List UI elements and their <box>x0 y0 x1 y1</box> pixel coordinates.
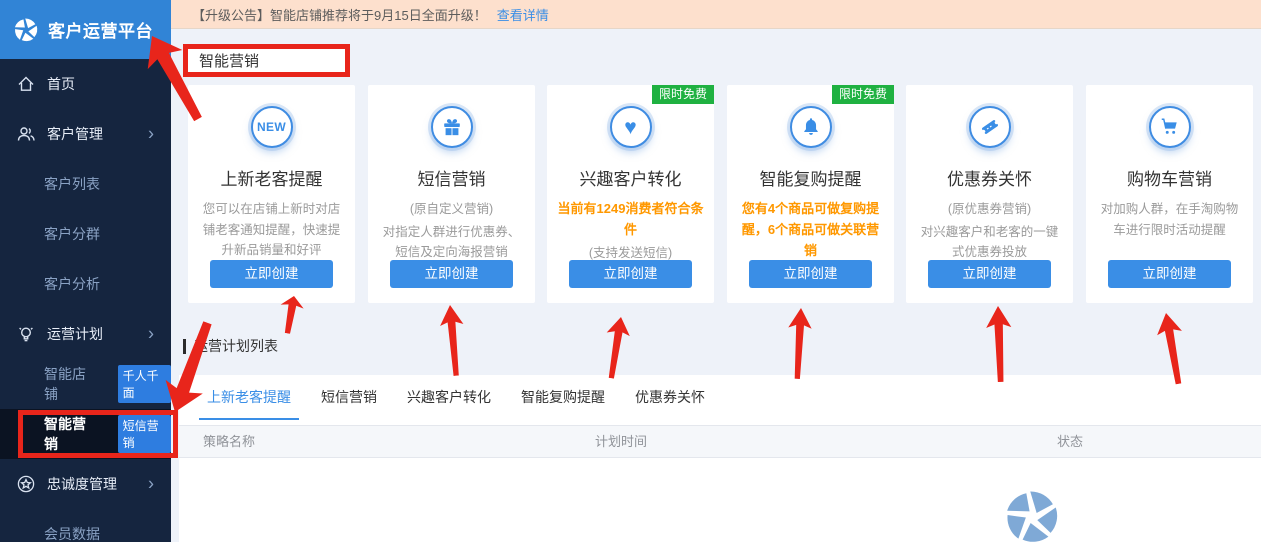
card-title: 购物车营销 <box>1086 165 1253 190</box>
new-icon: NEW <box>251 106 293 148</box>
upgrade-notice-banner: 【升级公告】智能店铺推荐将于9月15日全面升级！ 查看详情 <box>171 0 1261 29</box>
page-title: 智能营销 <box>183 44 350 77</box>
card-title: 智能复购提醒 <box>727 165 894 190</box>
tab-label: 短信营销 <box>321 389 377 405</box>
new-icon-text: NEW <box>257 120 286 134</box>
card-title: 短信营销 <box>368 165 535 190</box>
sidebar-item-loyalty-mgmt[interactable]: 忠诚度管理 › <box>0 459 171 509</box>
tab-coupon-care[interactable]: 优惠券关怀 <box>633 375 707 420</box>
chevron-right-icon: › <box>148 475 154 493</box>
column-plan-time: 计划时间 <box>595 426 647 457</box>
card-new-arrival-reminder: NEW 上新老客提醒 您可以在店铺上新时对店铺老客通知提醒，快速提升新品销量和好… <box>188 85 355 303</box>
sidebar-item-smart-marketing[interactable]: 智能营销 短信营销 <box>0 409 171 459</box>
section-title: 运营计划列表 <box>194 336 278 356</box>
card-note: (支持发送短信) <box>547 242 714 261</box>
card-desc: 对兴趣客户和老客的一键式优惠券投放 <box>906 222 1073 263</box>
sidebar-badge: 短信营销 <box>118 415 171 453</box>
sidebar-item-label: 智能营销 <box>44 414 95 454</box>
sidebar-item-home[interactable]: 首页 <box>0 59 171 109</box>
users-icon <box>16 124 36 144</box>
sidebar-item-label: 忠诚度管理 <box>47 474 117 494</box>
bulb-icon <box>16 324 36 344</box>
card-title: 兴趣客户转化 <box>547 165 714 190</box>
gift-icon <box>431 106 473 148</box>
create-now-button[interactable]: 立即创建 <box>390 260 513 288</box>
sidebar-item-customer-list[interactable]: 客户列表 <box>0 159 171 209</box>
heart-glyph: ♥ <box>624 117 636 138</box>
sidebar-item-customer-analysis[interactable]: 客户分析 <box>0 259 171 309</box>
table-header-row: 策略名称 计划时间 状态 <box>179 425 1261 458</box>
sidebar-item-label: 客户列表 <box>44 174 100 194</box>
card-desc: 对指定人群进行优惠券、短信及定向海报营销 <box>368 222 535 263</box>
card-desc: 您可以在店铺上新时对店铺老客通知提醒，快速提升新品销量和好评 <box>188 199 355 261</box>
card-repurchase-reminder: 限时免费 智能复购提醒 您有4个商品可做复购提醒，6个商品可做关联营销 立即创建 <box>727 85 894 303</box>
tab-new-arrival-reminder[interactable]: 上新老客提醒 <box>205 375 293 420</box>
plan-list-panel: 上新老客提醒 短信营销 兴趣客户转化 智能复购提醒 优惠券关怀 策略名称 计划时… <box>179 375 1261 542</box>
tab-label: 智能复购提醒 <box>521 389 605 405</box>
card-coupon-care: 优惠券关怀 (原优惠券营销) 对兴趣客户和老客的一键式优惠券投放 立即创建 <box>906 85 1073 303</box>
card-title: 上新老客提醒 <box>188 165 355 190</box>
sidebar-item-customer-groups[interactable]: 客户分群 <box>0 209 171 259</box>
sidebar-item-customer-mgmt[interactable]: 客户管理 › <box>0 109 171 159</box>
column-status: 状态 <box>1057 426 1083 457</box>
banner-text: 【升级公告】智能店铺推荐将于9月15日全面升级！ <box>192 5 487 24</box>
heart-icon: ♥ <box>610 106 652 148</box>
card-highlight: 您有4个商品可做复购提醒，6个商品可做关联营销 <box>727 199 894 261</box>
create-now-button[interactable]: 立即创建 <box>569 260 692 288</box>
tab-sms-marketing[interactable]: 短信营销 <box>319 375 379 420</box>
sidebar-item-smart-shop[interactable]: 智能店铺 千人千面 <box>0 359 171 409</box>
chevron-right-icon: › <box>148 325 154 343</box>
sidebar-item-label: 客户管理 <box>47 124 103 144</box>
limited-free-badge: 限时免费 <box>832 85 894 104</box>
view-details-link[interactable]: 查看详情 <box>497 5 549 24</box>
sidebar-item-label: 客户分群 <box>44 224 100 244</box>
card-highlight: 当前有1249消费者符合条件 <box>547 199 714 241</box>
cart-icon <box>1149 106 1191 148</box>
bell-icon <box>790 106 832 148</box>
sidebar-item-label: 会员数据 <box>44 524 100 542</box>
card-subtitle: (原优惠券营销) <box>906 199 1073 220</box>
tab-label: 优惠券关怀 <box>635 389 705 405</box>
tab-label: 兴趣客户转化 <box>407 389 491 405</box>
active-tab-underline <box>199 418 299 420</box>
chevron-right-icon: › <box>148 125 154 143</box>
loading-spinner-icon <box>1003 488 1061 542</box>
column-strategy-name: 策略名称 <box>203 426 255 457</box>
create-now-button[interactable]: 立即创建 <box>1108 260 1231 288</box>
tab-repurchase-reminder[interactable]: 智能复购提醒 <box>519 375 607 420</box>
card-desc: 对加购人群，在手淘购物车进行限时活动提醒 <box>1086 199 1253 240</box>
sidebar-item-label: 运营计划 <box>47 324 103 344</box>
tab-label: 上新老客提醒 <box>207 389 291 405</box>
sidebar-item-member-data[interactable]: 会员数据 <box>0 509 171 542</box>
card-title: 优惠券关怀 <box>906 165 1073 190</box>
sidebar-item-label: 首页 <box>47 74 75 94</box>
card-sms-marketing: 短信营销 (原自定义营销) 对指定人群进行优惠券、短信及定向海报营销 立即创建 <box>368 85 535 303</box>
card-interest-conversion: 限时免费 ♥ 兴趣客户转化 当前有1249消费者符合条件 (支持发送短信) 立即… <box>547 85 714 303</box>
plan-list-section-header: 运营计划列表 <box>183 336 278 356</box>
create-now-button[interactable]: 立即创建 <box>210 260 333 288</box>
create-now-button[interactable]: 立即创建 <box>749 260 872 288</box>
main-content: 【升级公告】智能店铺推荐将于9月15日全面升级！ 查看详情 智能营销 NEW 上… <box>171 0 1261 542</box>
pinwheel-logo-icon <box>13 17 39 43</box>
sidebar-badge: 千人千面 <box>118 365 171 403</box>
star-icon <box>16 474 36 494</box>
sidebar-item-label: 客户分析 <box>44 274 100 294</box>
sidebar: 客户运营平台 首页 客户管理 › 客户列表 客户分群 客户分析 运营计划 › 智… <box>0 0 171 542</box>
card-cart-marketing: 购物车营销 对加购人群，在手淘购物车进行限时活动提醒 立即创建 <box>1086 85 1253 303</box>
tab-interest-conversion[interactable]: 兴趣客户转化 <box>405 375 493 420</box>
ticket-icon <box>969 106 1011 148</box>
sidebar-item-label: 智能店铺 <box>44 364 95 404</box>
sidebar-item-operation-plan[interactable]: 运营计划 › <box>0 309 171 359</box>
page-title-text: 智能营销 <box>199 50 259 71</box>
limited-free-badge: 限时免费 <box>652 85 714 104</box>
section-bar <box>183 339 186 354</box>
app-logo[interactable]: 客户运营平台 <box>0 0 171 59</box>
create-now-button[interactable]: 立即创建 <box>928 260 1051 288</box>
plan-list-tabs: 上新老客提醒 短信营销 兴趣客户转化 智能复购提醒 优惠券关怀 <box>179 375 1261 420</box>
app-title: 客户运营平台 <box>48 17 153 42</box>
home-icon <box>16 74 36 94</box>
card-subtitle: (原自定义营销) <box>368 199 535 220</box>
